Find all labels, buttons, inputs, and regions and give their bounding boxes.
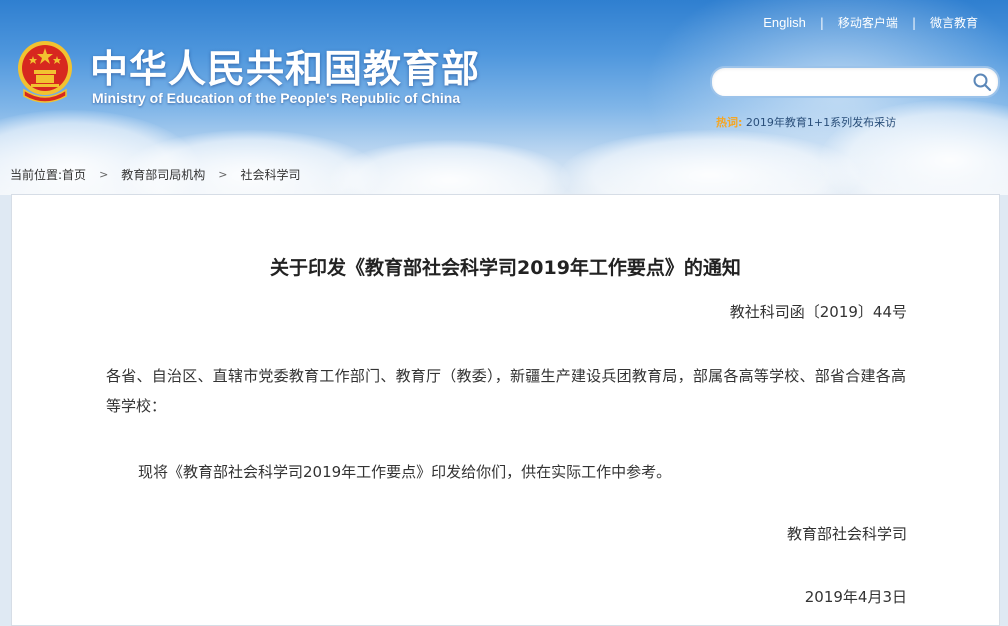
divider: | bbox=[911, 15, 916, 30]
search-input[interactable] bbox=[724, 72, 968, 94]
document-number: 教社科司函〔2019〕44号 bbox=[729, 303, 907, 321]
chevron-right-icon: > bbox=[99, 168, 109, 181]
chevron-right-icon: > bbox=[218, 168, 228, 181]
site-title-en: Ministry of Education of the People's Re… bbox=[92, 90, 461, 106]
document-signature: 教育部社会科学司 bbox=[786, 525, 907, 543]
top-links: English | 移动客户端 | 微言教育 bbox=[763, 14, 978, 31]
link-weiyan[interactable]: 微言教育 bbox=[930, 14, 978, 31]
breadcrumb-departments[interactable]: 教育部司局机构 bbox=[121, 166, 205, 183]
document-paragraph-body: 现将《教育部社会科学司2019年工作要点》印发给你们，供在实际工作中参考。 bbox=[138, 463, 672, 481]
breadcrumb: 当前位置: 首页 > 教育部司局机构 > 社会科学司 bbox=[10, 166, 301, 183]
search-box bbox=[710, 66, 1000, 98]
link-mobile-client[interactable]: 移动客户端 bbox=[838, 14, 898, 31]
divider: | bbox=[819, 15, 824, 30]
breadcrumb-home[interactable]: 首页 bbox=[62, 166, 86, 183]
document-panel: 关于印发《教育部社会科学司2019年工作要点》的通知 教社科司函〔2019〕44… bbox=[11, 194, 1000, 626]
breadcrumb-social-science[interactable]: 社会科学司 bbox=[241, 166, 301, 183]
hot-word-link[interactable]: 2019年教育1+1系列发布采访 bbox=[746, 116, 896, 129]
search-icon[interactable] bbox=[972, 72, 992, 92]
cloud-decoration bbox=[330, 140, 570, 195]
site-title-cn[interactable]: 中华人民共和国教育部 bbox=[90, 38, 480, 93]
hot-words: 热词: 2019年教育1+1系列发布采访 bbox=[716, 114, 896, 130]
national-emblem-icon bbox=[18, 41, 72, 103]
breadcrumb-label: 当前位置: bbox=[10, 168, 63, 182]
document-title: 关于印发《教育部社会科学司2019年工作要点》的通知 bbox=[270, 257, 741, 279]
header-banner: 中华人民共和国教育部 Ministry of Education of the … bbox=[0, 0, 1008, 195]
link-english[interactable]: English bbox=[763, 15, 806, 30]
hot-label: 热词: bbox=[716, 116, 743, 129]
document-date: 2019年4月3日 bbox=[804, 588, 907, 606]
document-paragraph-recipients: 各省、自治区、直辖市党委教育工作部门、教育厅（教委），新疆生产建设兵团教育局，部… bbox=[106, 367, 906, 415]
